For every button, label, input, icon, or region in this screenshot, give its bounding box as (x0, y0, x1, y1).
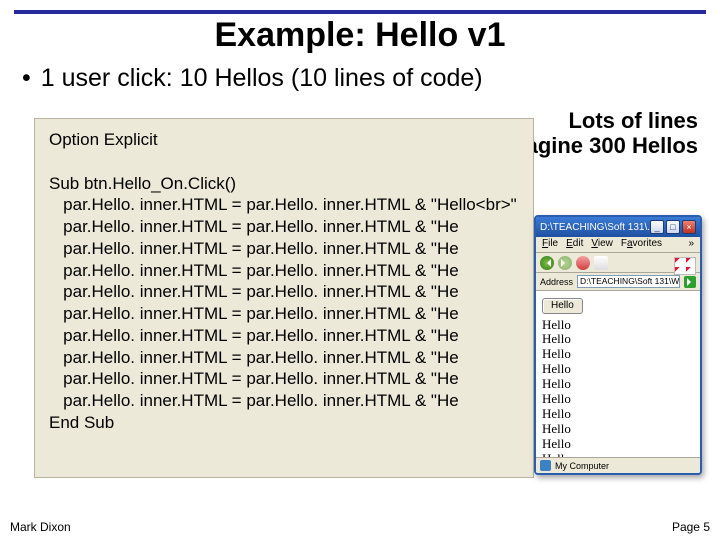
zone-icon (540, 460, 551, 471)
status-text: My Computer (555, 461, 609, 471)
hello-output-line: Hello (542, 436, 571, 451)
page-body: Hello Hello Hello Hello Hello Hello Hell… (536, 291, 700, 473)
menu-overflow-icon[interactable]: » (688, 238, 694, 251)
hello-output-line: Hello (542, 346, 571, 361)
hello-output-line: Hello (542, 361, 571, 376)
forward-icon[interactable] (558, 256, 572, 270)
stop-icon[interactable] (576, 256, 590, 270)
window-titlebar[interactable]: D:\TEACHING\Soft 131\... _ □ × (536, 217, 700, 237)
hello-output-line: Hello (542, 391, 571, 406)
address-bar: Address D:\TEACHING\Soft 131\Week0 (536, 273, 700, 291)
code-box: Option Explicit Sub btn.Hello_On.Click()… (34, 118, 534, 478)
menu-view[interactable]: View (591, 238, 613, 251)
hello-output-line: Hello (542, 421, 571, 436)
footer-page: Page 5 (672, 520, 710, 534)
address-label: Address (540, 277, 573, 287)
maximize-button[interactable]: □ (666, 220, 680, 234)
footer-author: Mark Dixon (10, 520, 71, 534)
minimize-button[interactable]: _ (650, 220, 664, 234)
hello-output-line: Hello (542, 406, 571, 421)
menu-favorites[interactable]: Favorites (621, 238, 662, 251)
hello-button[interactable]: Hello (542, 298, 583, 314)
browser-window: D:\TEACHING\Soft 131\... _ □ × File Edit… (534, 215, 702, 475)
windows-flag-icon (674, 257, 696, 275)
slide-title: Example: Hello v1 (0, 16, 720, 55)
window-title: D:\TEACHING\Soft 131\... (540, 222, 650, 233)
close-button[interactable]: × (682, 220, 696, 234)
hello-output-line: Hello (542, 331, 571, 346)
status-bar: My Computer (536, 457, 700, 473)
code-option: Option Explicit (49, 130, 158, 149)
back-icon[interactable] (540, 256, 554, 270)
address-input[interactable]: D:\TEACHING\Soft 131\Week0 (577, 275, 680, 288)
menu-file[interactable]: File (542, 238, 558, 251)
code-sub-open: Sub btn.Hello_On.Click() (49, 174, 236, 193)
title-rule (14, 10, 706, 14)
hello-output-line: Hello (542, 376, 571, 391)
bullet-line: • 1 user click: 10 Hellos (10 lines of co… (22, 64, 483, 93)
bullet-dot: • (22, 64, 31, 92)
refresh-icon[interactable] (594, 256, 608, 270)
go-button[interactable] (684, 276, 696, 288)
hello-output-line: Hello (542, 317, 571, 332)
menu-bar: File Edit View Favorites » (536, 237, 700, 253)
menu-edit[interactable]: Edit (566, 238, 583, 251)
code-sub-close: End Sub (49, 413, 114, 432)
bullet-text: 1 user click: 10 Hellos (10 lines of cod… (41, 64, 483, 92)
